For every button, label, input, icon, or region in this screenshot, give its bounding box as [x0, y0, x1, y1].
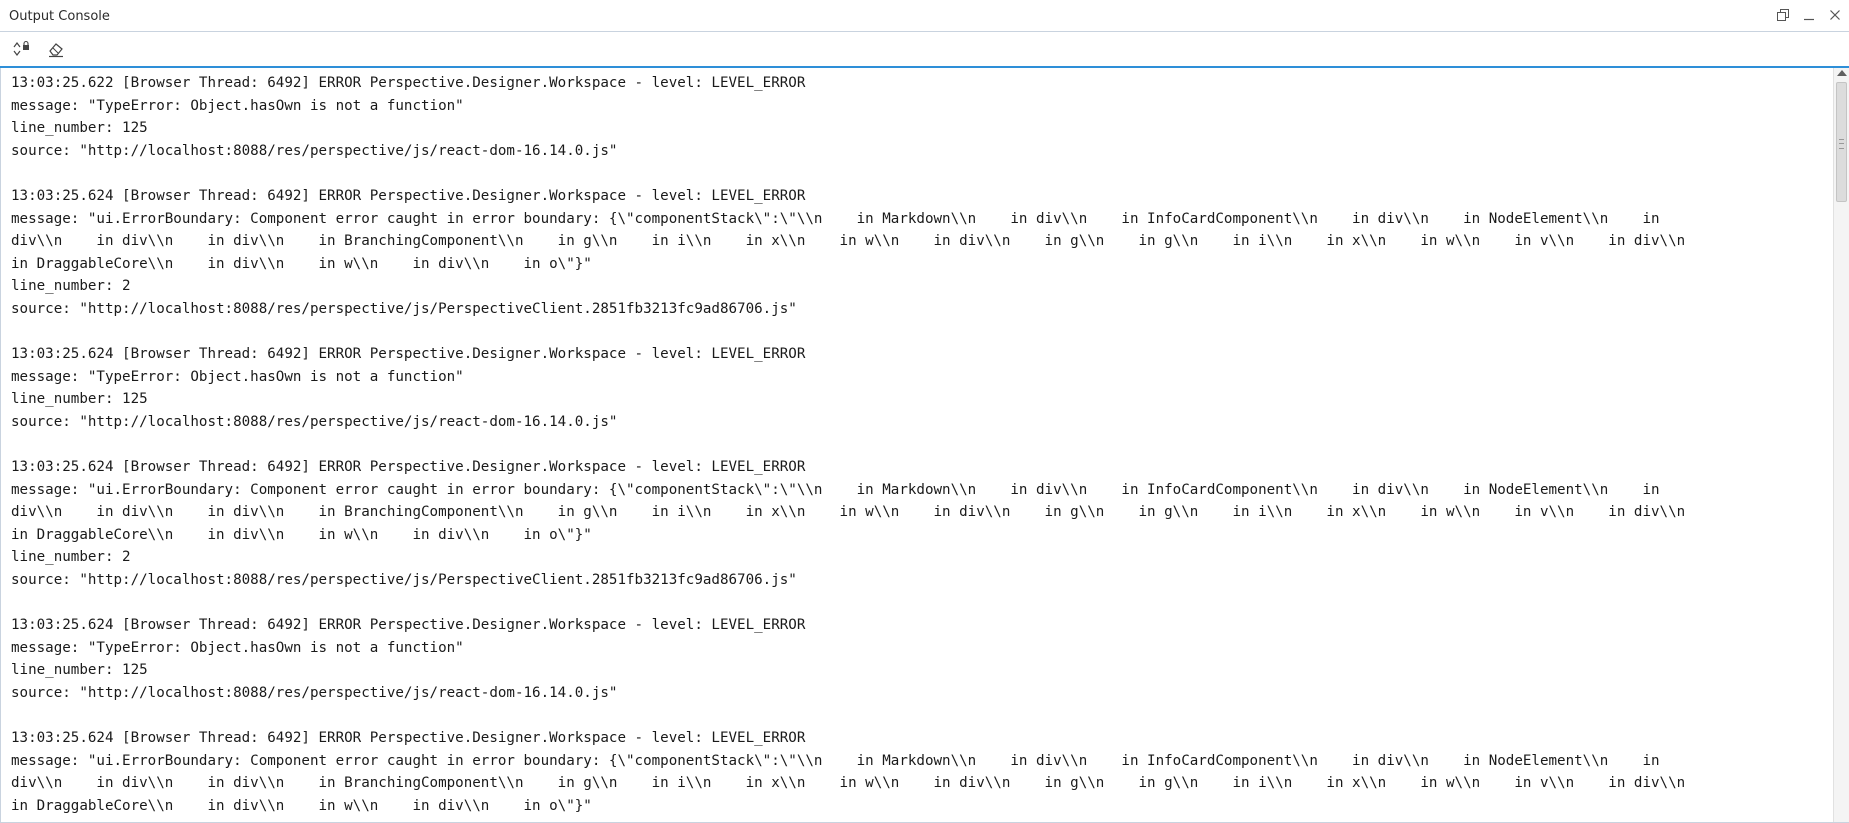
log-line: div\\n in div\\n in div\\n in BranchingC…: [11, 775, 1686, 792]
log-line: 13:03:25.624 [Browser Thread: 6492] ERRO…: [11, 730, 806, 747]
clear-console-button[interactable]: [43, 36, 69, 62]
log-line: line_number: 125: [11, 391, 148, 408]
window-title: Output Console: [9, 9, 110, 24]
scroll-lock-button[interactable]: [9, 36, 35, 62]
log-line: 13:03:25.624 [Browser Thread: 6492] ERRO…: [11, 187, 806, 204]
output-console-window: Output Console 13:03:25.622 [Browser Thr…: [0, 0, 1849, 823]
log-line: message: "ui.ErrorBoundary: Component er…: [11, 210, 1660, 227]
grip-icon: [1839, 139, 1844, 149]
log-line: div\\n in div\\n in div\\n in BranchingC…: [11, 504, 1686, 521]
minimize-button[interactable]: [1801, 7, 1817, 23]
scroll-up-icon[interactable]: [1837, 70, 1847, 76]
scroll-lock-icon: [13, 40, 29, 56]
eraser-icon: [49, 43, 63, 58]
close-icon: [1830, 10, 1840, 20]
log-line: div\\n in div\\n in div\\n in BranchingC…: [11, 233, 1686, 250]
log-text-area[interactable]: 13:03:25.622 [Browser Thread: 6492] ERRO…: [1, 68, 1834, 822]
log-line: source: "http://localhost:8088/res/persp…: [11, 300, 797, 317]
scrollbar-thumb[interactable]: [1836, 82, 1847, 202]
log-line: in DraggableCore\\n in div\\n in w\\n in…: [11, 255, 592, 272]
log-line: message: "ui.ErrorBoundary: Component er…: [11, 481, 1660, 498]
log-line: source: "http://localhost:8088/res/persp…: [11, 413, 618, 430]
vertical-scrollbar[interactable]: [1833, 68, 1849, 822]
log-line: line_number: 2: [11, 278, 131, 295]
log-line: 13:03:25.624 [Browser Thread: 6492] ERRO…: [11, 346, 806, 363]
log-line: source: "http://localhost:8088/res/persp…: [11, 572, 797, 589]
log-line: 13:03:25.624 [Browser Thread: 6492] ERRO…: [11, 459, 806, 476]
log-line: line_number: 125: [11, 120, 148, 137]
window-controls: [1775, 7, 1843, 23]
log-line: source: "http://localhost:8088/res/persp…: [11, 685, 618, 702]
restore-icon: [1777, 9, 1789, 21]
log-line: message: "ui.ErrorBoundary: Component er…: [11, 752, 1660, 769]
minimize-icon: [1804, 18, 1814, 21]
console-toolbar: [0, 32, 1849, 68]
log-line: 13:03:25.624 [Browser Thread: 6492] ERRO…: [11, 617, 806, 634]
restore-button[interactable]: [1775, 7, 1791, 23]
log-line: in DraggableCore\\n in div\\n in w\\n in…: [11, 798, 592, 814]
log-line: line_number: 125: [11, 662, 148, 679]
log-line: message: "TypeError: Object.hasOwn is no…: [11, 97, 464, 114]
log-line: message: "TypeError: Object.hasOwn is no…: [11, 368, 464, 385]
log-line: message: "TypeError: Object.hasOwn is no…: [11, 639, 464, 656]
close-button[interactable]: [1827, 7, 1843, 23]
console-output-panel: 13:03:25.622 [Browser Thread: 6492] ERRO…: [0, 68, 1849, 823]
log-line: source: "http://localhost:8088/res/persp…: [11, 142, 618, 159]
log-line: in DraggableCore\\n in div\\n in w\\n in…: [11, 526, 592, 543]
log-line: 13:03:25.622 [Browser Thread: 6492] ERRO…: [11, 75, 806, 91]
title-bar: Output Console: [0, 0, 1849, 32]
log-line: line_number: 2: [11, 818, 1834, 822]
log-line: line_number: 2: [11, 549, 131, 566]
